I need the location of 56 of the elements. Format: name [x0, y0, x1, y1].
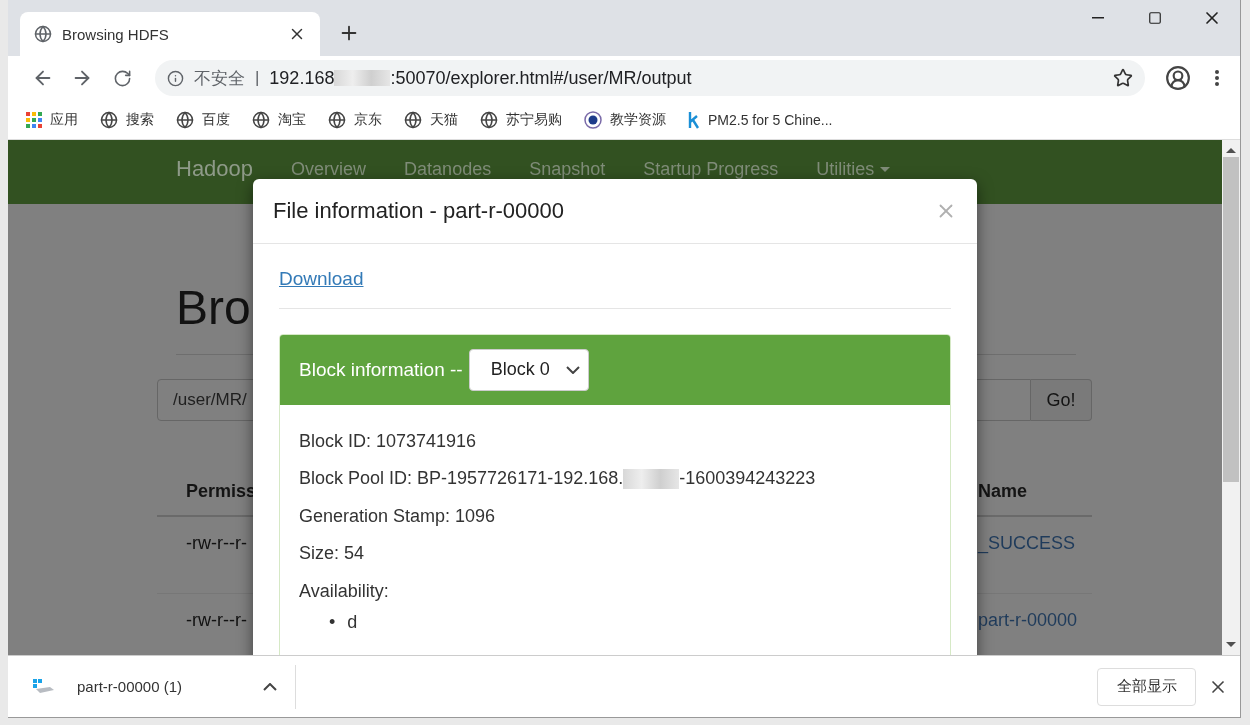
globe-icon [328, 110, 346, 129]
info-icon [166, 69, 184, 87]
url-text: :50070/explorer.html#/user/MR/output [390, 67, 692, 89]
bookmark-item[interactable]: 京东 [328, 110, 382, 129]
scrollbar[interactable] [1222, 140, 1240, 655]
maximize-icon [1147, 11, 1162, 25]
download-item[interactable]: part-r-00000 (1) [8, 664, 296, 709]
globe-icon [480, 110, 498, 129]
round-emblem-icon [584, 110, 602, 129]
panel-title: Block information -- [299, 358, 463, 381]
block-detail: Block ID: 1073741916 [299, 429, 477, 453]
globe-icon [252, 110, 270, 129]
apps-grid-icon [26, 111, 42, 128]
security-label: 不安全 [193, 67, 245, 90]
bookmark-item[interactable]: 淘宝 [252, 110, 306, 129]
show-all-button[interactable]: 全部显示 [1097, 667, 1196, 706]
block-detail: -1600394243223 [679, 467, 816, 490]
reload-icon [112, 68, 132, 88]
page-heading: Bro [176, 280, 251, 336]
globe-icon [100, 110, 118, 129]
block-detail: Generation Stamp: 1096 [299, 504, 496, 528]
chevron-down-icon [565, 365, 580, 374]
block-detail: Size: 54 [299, 542, 365, 565]
block-select[interactable]: Block 0 [468, 348, 589, 391]
bookmark-star-button[interactable] [1112, 68, 1133, 88]
chevron-up-icon [263, 682, 277, 691]
letter-k-icon [688, 110, 700, 129]
download-link[interactable]: Download [279, 267, 364, 289]
file-icon [33, 678, 55, 695]
address-bar[interactable]: 不安全 | 192.168 :50070/explorer.html#/user/MR/output [154, 60, 1145, 96]
caret-icon [880, 166, 891, 172]
globe-icon [176, 110, 194, 129]
star-icon [1112, 68, 1133, 88]
bookmark-item[interactable]: 百度 [176, 110, 230, 129]
blurred-region [334, 70, 391, 86]
block-detail: Block Pool ID: BP-1957726171-192.168. [299, 467, 624, 490]
bookmark-item[interactable]: 苏宁易购 [480, 110, 562, 129]
bullet-marker: • [329, 611, 336, 634]
block-detail: Availability: [299, 579, 389, 603]
bookmark-item[interactable]: 教学资源 [584, 110, 666, 129]
bookmark-item[interactable]: 应用 [26, 110, 78, 129]
bookmark-item[interactable]: 天猫 [404, 110, 458, 129]
menu-icon [1215, 70, 1220, 86]
dialog-title: File information - part-r-00000 [273, 197, 565, 224]
bookmark-item[interactable]: PM2.5 for 5 Chine... [688, 110, 833, 129]
minimize-icon [1091, 17, 1104, 19]
user-avatar-icon [1164, 65, 1191, 91]
availability-item: d [347, 611, 358, 634]
browser-tab[interactable]: Browsing HDFS [20, 12, 320, 56]
url-text: 192.168 [269, 67, 335, 89]
go-button[interactable]: Go! [1031, 379, 1092, 421]
globe-icon [34, 25, 52, 43]
separator-text: | [254, 68, 260, 88]
blurred-region [623, 468, 680, 489]
bookmark-item[interactable]: 搜索 [100, 110, 154, 129]
globe-icon [404, 110, 422, 129]
